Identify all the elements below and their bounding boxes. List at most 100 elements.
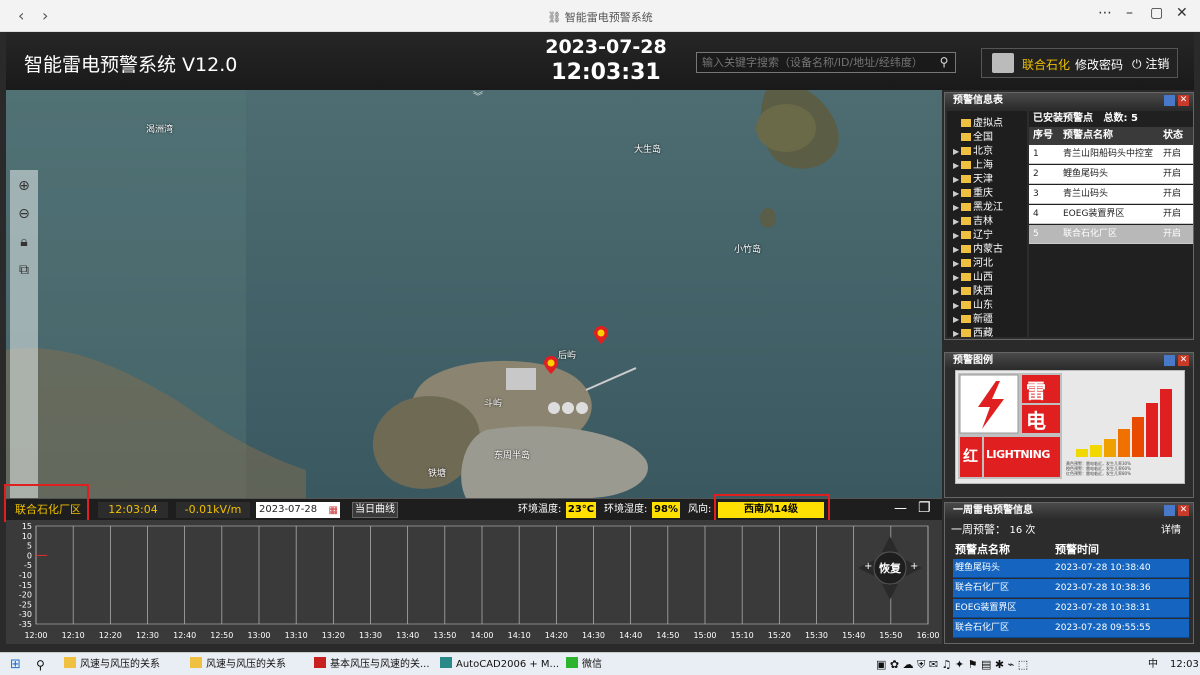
map-label: 斗屿: [484, 399, 503, 409]
tree-item[interactable]: ▶ 山西: [953, 268, 993, 283]
tree-item[interactable]: ▶ 黑龙江: [953, 198, 1003, 213]
panel-title: 预警信息表: [953, 95, 1003, 106]
point-summary: 已安装预警点 总数: 5: [1033, 113, 1138, 124]
expand-arrow-icon[interactable]: ▶: [953, 175, 961, 184]
expand-arrow-icon[interactable]: ▶: [953, 203, 961, 212]
expand-arrow-icon[interactable]: ▶: [953, 259, 961, 268]
expand-arrow-icon[interactable]: ▶: [953, 245, 961, 254]
panel-close-icon[interactable]: ✕: [1178, 95, 1189, 106]
windows-start-icon[interactable]: ⊞: [10, 656, 21, 674]
panel-minimize-icon[interactable]: [1164, 355, 1175, 366]
tree-item[interactable]: ▶ 北京: [953, 142, 993, 157]
tree-item[interactable]: ▶ 辽宁: [953, 226, 993, 241]
minimize-chart-icon[interactable]: —: [894, 501, 907, 516]
panel-close-icon[interactable]: ✕: [1178, 505, 1189, 516]
expand-arrow-icon[interactable]: ▶: [953, 315, 961, 324]
taskbar-item[interactable]: AutoCAD2006 + M...: [440, 656, 559, 674]
panel-minimize-icon[interactable]: [1164, 95, 1175, 106]
panel-close-icon[interactable]: ✕: [1178, 355, 1189, 366]
folder-icon: [961, 217, 971, 225]
link-icon: ⛓: [547, 11, 565, 24]
taskbar-item[interactable]: 风速与风压的关系: [190, 656, 286, 674]
chart-svg: 12:00 12:10 12:20 12:30 12:40 12:50 13:00 13:10…: [19, 522, 940, 640]
maximize-chart-icon[interactable]: ❐: [918, 500, 931, 516]
expand-arrow-icon[interactable]: ▶: [953, 161, 961, 170]
expand-arrow-icon[interactable]: ▶: [953, 231, 961, 240]
tree-item[interactable]: ▶ 山东: [953, 296, 993, 311]
search-icon[interactable]: ⚲: [936, 55, 952, 71]
tree-item[interactable]: ▶ 天津: [953, 170, 993, 185]
zoom-in-icon[interactable]: ⊕: [14, 176, 34, 196]
y-tick-label: -5: [24, 561, 32, 570]
expand-arrow-icon[interactable]: ▶: [953, 189, 961, 198]
tree-item[interactable]: ▶ 新疆: [953, 310, 993, 325]
input-language[interactable]: 中: [1148, 656, 1158, 674]
change-password-link[interactable]: 修改密码: [1075, 56, 1123, 73]
expand-arrow-icon[interactable]: ▶: [953, 217, 961, 226]
close-icon[interactable]: ✕: [1176, 5, 1188, 21]
warning-info-panel: 预警信息表 ✕ 虚拟点 全国 ▶ 北京 ▶ 上海 ▶ 天津 ▶ 重庆 ▶ 黑龙江 ▶ 吉林 ▶ 辽宁 ▶ 内蒙古 ▶ 河…: [944, 92, 1194, 340]
restore-button[interactable]: 恢复: [876, 560, 904, 576]
table-row[interactable]: 3 青兰山码头 开启: [1029, 185, 1193, 204]
today-curve-button[interactable]: 当日曲线: [352, 502, 398, 518]
table-row[interactable]: 4 EOEG装置界区 开启: [1029, 205, 1193, 224]
tree-item[interactable]: 全国: [953, 128, 993, 143]
cell-name: 联合石化厂区: [1063, 229, 1118, 239]
expand-arrow-icon[interactable]: ▶: [953, 301, 961, 310]
taskbar-item[interactable]: 风速与风压的关系: [64, 656, 160, 674]
taskbar-clock[interactable]: 12:03: [1170, 656, 1199, 674]
status-time: 12:03:04: [98, 502, 168, 518]
tray-icons[interactable]: ▣ ✿ ☁ ⛨ ✉ ♫ ✦ ⚑ ▤ ✱ ⌁ ⬚: [876, 656, 1028, 674]
panel-header: 预警图例 ✕: [945, 353, 1193, 368]
satellite-map[interactable]: ︾ 渴洲湾 大生岛 小竹岛 后屿 斗屿 东周半岛 铁塘 ⊕ ⊖ 🔒︎ ⧉: [6, 90, 942, 498]
datetime-display: 2023-07-28 12:03:31: [526, 36, 686, 85]
table-row[interactable]: 2 鲤鱼尾码头 开启: [1029, 165, 1193, 184]
plus-icon[interactable]: +: [864, 561, 872, 572]
current-time: 12:03:31: [551, 60, 661, 85]
tree-item[interactable]: ▶ 上海: [953, 156, 993, 171]
lock-icon[interactable]: 🔒︎: [14, 232, 34, 252]
list-item[interactable]: EOEG装置界区 2023-07-28 10:38:31: [953, 599, 1189, 618]
minimize-icon[interactable]: –: [1126, 5, 1133, 21]
plus-icon[interactable]: +: [910, 561, 918, 572]
calendar-icon[interactable]: ▦: [329, 503, 338, 519]
detail-link[interactable]: 详情: [1161, 521, 1181, 536]
expand-arrow-icon[interactable]: ▶: [953, 147, 961, 156]
warning-point-marker[interactable]: [544, 356, 558, 374]
taskbar-item[interactable]: 微信: [566, 656, 602, 674]
tree-item[interactable]: 虚拟点: [953, 114, 1003, 129]
layers-icon[interactable]: ⧉: [14, 260, 34, 280]
browser-titlebar: ‹ › ⛓ 智能雷电预警系统 ⋯ – ▢ ✕: [0, 0, 1200, 32]
map-label: 铁塘: [428, 469, 447, 479]
tree-item[interactable]: ▶ 河北: [953, 254, 993, 269]
tree-item[interactable]: ▶ 重庆: [953, 184, 993, 199]
list-item[interactable]: 鲤鱼尾码头 2023-07-28 10:38:40: [953, 559, 1189, 578]
x-tick-label: 12:50: [210, 631, 233, 640]
collapse-header-icon[interactable]: ︾: [456, 93, 500, 104]
expand-arrow-icon[interactable]: ▶: [953, 273, 961, 282]
table-row[interactable]: 1 青兰山阳船码头中控室 开启: [1029, 145, 1193, 164]
search-input[interactable]: [697, 53, 933, 72]
maximize-icon[interactable]: ▢: [1150, 5, 1163, 21]
search-icon[interactable]: ⚲: [36, 656, 45, 674]
list-item[interactable]: 联合石化厂区 2023-07-28 09:55:55: [953, 619, 1189, 638]
date-picker[interactable]: 2023-07-28 ▦: [256, 502, 340, 518]
tree-item[interactable]: ▶ 西藏: [953, 324, 993, 339]
pan-control[interactable]: 恢复 + +: [856, 534, 924, 602]
expand-arrow-icon[interactable]: ▶: [953, 329, 961, 338]
list-item[interactable]: 联合石化厂区 2023-07-28 10:38:36: [953, 579, 1189, 598]
user-name[interactable]: 联合石化: [1022, 56, 1070, 73]
warning-point-marker[interactable]: [594, 326, 608, 344]
tree-item[interactable]: ▶ 陕西: [953, 282, 993, 297]
panel-minimize-icon[interactable]: [1164, 505, 1175, 516]
expand-arrow-icon[interactable]: ▶: [953, 287, 961, 296]
app-window: ‹ › ⛓ 智能雷电预警系统 ⋯ – ▢ ✕ 智能雷电预警系统 V12.0 20…: [0, 0, 1200, 675]
more-icon[interactable]: ⋯: [1098, 5, 1112, 21]
logout-link[interactable]: ⏻ 注销: [1132, 55, 1169, 72]
tree-item[interactable]: ▶ 吉林: [953, 212, 993, 227]
y-tick-label: -10: [19, 571, 32, 580]
table-row[interactable]: 5 联合石化厂区 开启: [1029, 225, 1193, 244]
taskbar-item[interactable]: 基本风压与风速的关...: [314, 656, 430, 674]
zoom-out-icon[interactable]: ⊖: [14, 204, 34, 224]
tree-item[interactable]: ▶ 内蒙古: [953, 240, 1003, 255]
